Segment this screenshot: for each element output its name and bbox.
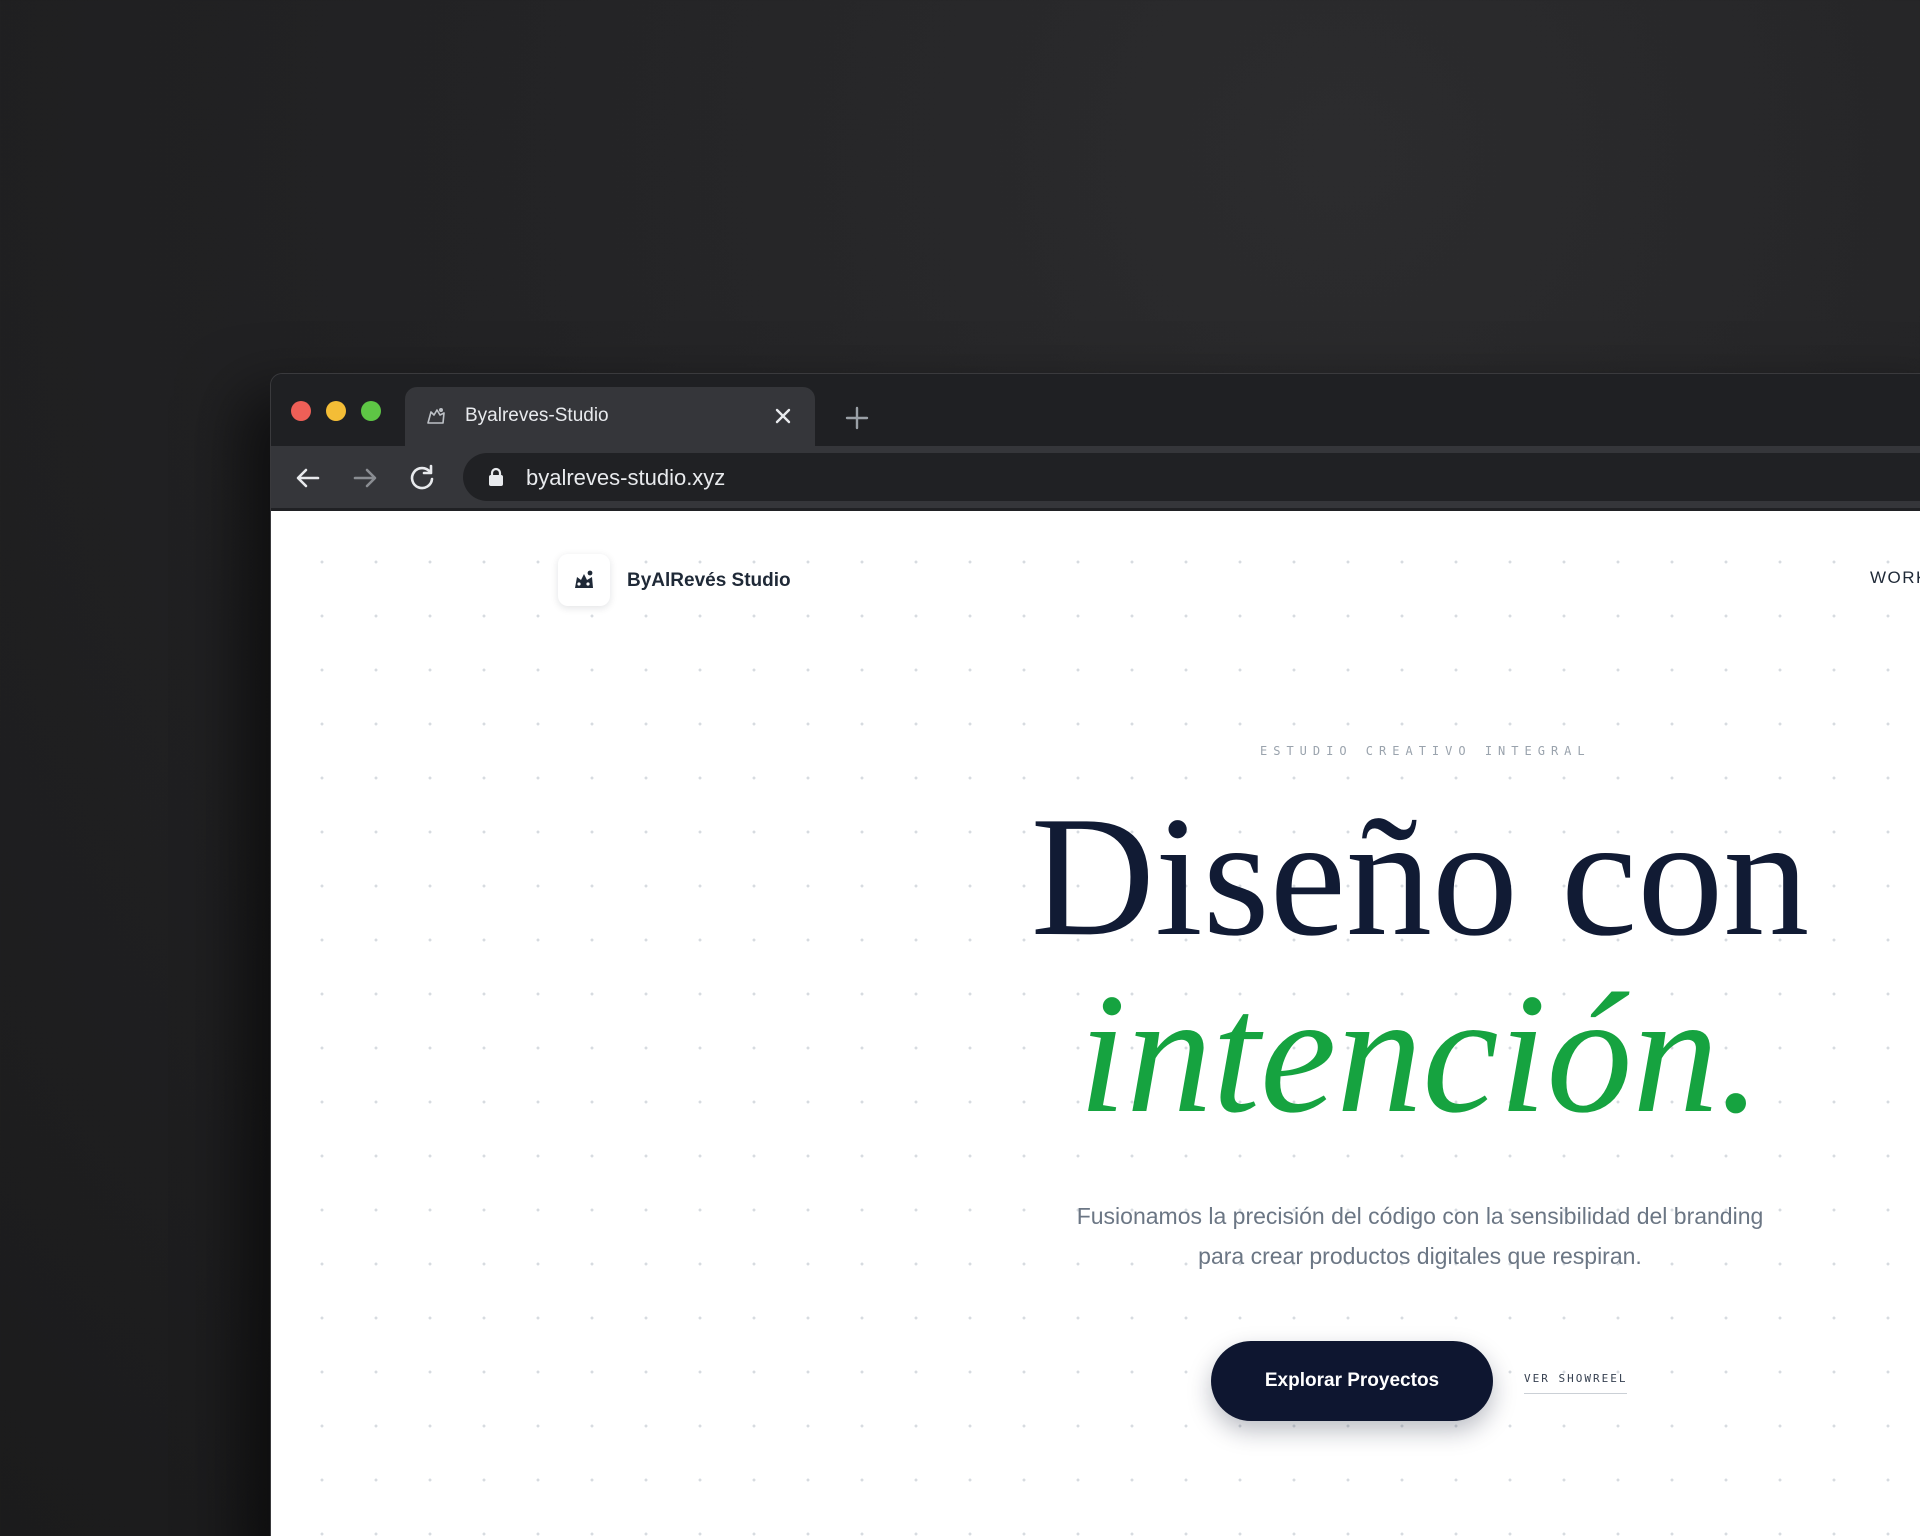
maximize-window-dot[interactable] xyxy=(361,401,381,421)
tab-title: Byalreves-Studio xyxy=(465,405,609,426)
lock-icon xyxy=(489,467,503,486)
minimize-window-dot[interactable] xyxy=(326,401,346,421)
reload-icon[interactable] xyxy=(407,463,437,493)
showreel-link[interactable]: VER SHOWREEL xyxy=(1524,1372,1628,1394)
hero-eyebrow: ESTUDIO CREATIVO INTEGRAL xyxy=(1260,744,1591,758)
logo-mark-icon xyxy=(575,570,593,588)
close-window-dot[interactable] xyxy=(291,401,311,421)
close-tab-icon[interactable] xyxy=(772,405,794,427)
explore-projects-button[interactable]: Explorar Proyectos xyxy=(1211,1341,1493,1421)
hero-subtitle-line2: para crear productos digitales que respi… xyxy=(1198,1243,1642,1269)
new-tab-plus-icon[interactable] xyxy=(843,404,871,432)
favicon-icon xyxy=(427,408,445,424)
address-bar[interactable]: byalreves-studio.xyz xyxy=(463,453,1920,501)
browser-toolbar: byalreves-studio.xyz xyxy=(271,446,1920,508)
hero-title-line1: Diseño con xyxy=(1030,782,1810,972)
site-logo[interactable] xyxy=(558,554,610,606)
hero-subtitle-line1: Fusionamos la precisión del código con l… xyxy=(1076,1203,1764,1229)
nav-link-work[interactable]: WORK xyxy=(1870,568,1920,588)
tab-strip: Byalreves-Studio xyxy=(271,374,1920,446)
hero-title-line2: intención. xyxy=(1078,959,1762,1149)
forward-arrow-icon[interactable] xyxy=(350,463,380,493)
back-arrow-icon[interactable] xyxy=(293,463,323,493)
hero-subtitle: Fusionamos la precisión del código con l… xyxy=(970,1196,1870,1276)
browser-tab-active[interactable]: Byalreves-Studio xyxy=(405,387,815,446)
brand-name[interactable]: ByAlRevés Studio xyxy=(627,570,791,592)
url-text: byalreves-studio.xyz xyxy=(526,465,726,490)
